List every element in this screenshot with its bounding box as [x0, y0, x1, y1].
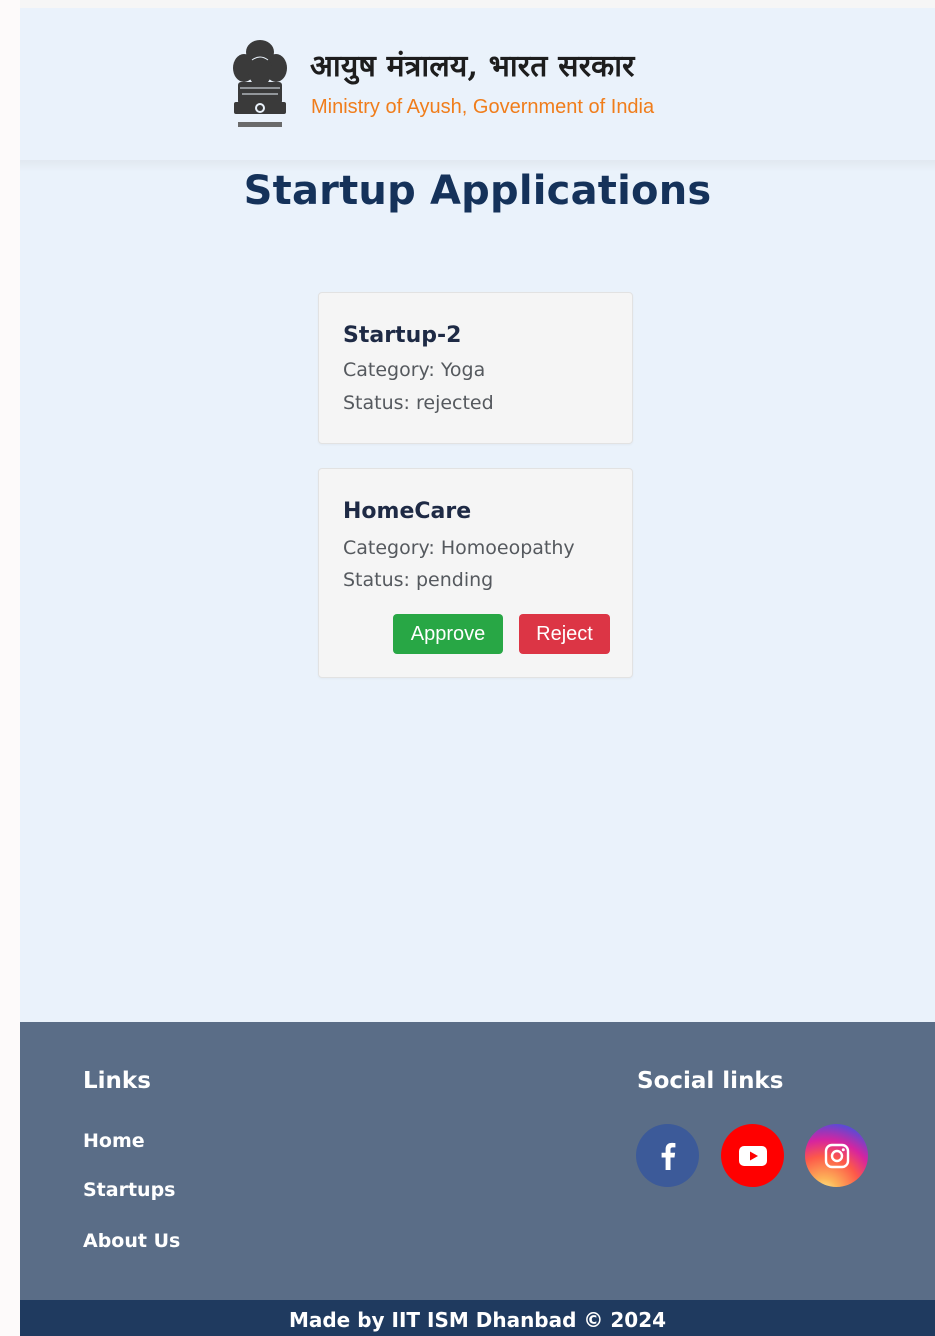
youtube-button[interactable]	[721, 1124, 784, 1187]
site-header: आयुष मंत्रालय, भारत सरकार Ministry of Ay…	[20, 8, 935, 160]
ministry-hindi-title: आयुष मंत्रालय, भारत सरकार	[310, 49, 635, 84]
startup-name: HomeCare	[343, 499, 472, 524]
footer-link-home[interactable]: Home	[83, 1130, 145, 1152]
footer-link-startups[interactable]: Startups	[83, 1179, 175, 1201]
application-card: Startup-2 Category: Yoga Status: rejecte…	[318, 292, 633, 444]
application-card: HomeCare Category: Homoeopathy Status: p…	[318, 468, 633, 678]
youtube-icon	[738, 1145, 767, 1166]
startup-category: Category: Yoga	[343, 359, 486, 381]
startup-status: Status: rejected	[343, 392, 494, 414]
footer-social-heading: Social links	[637, 1068, 784, 1094]
footer-links-heading: Links	[83, 1068, 151, 1094]
ministry-english-title: Ministry of Ayush, Government of India	[311, 96, 655, 118]
reject-button[interactable]: Reject	[519, 614, 610, 654]
facebook-button[interactable]	[636, 1124, 699, 1187]
facebook-icon	[661, 1142, 675, 1170]
copyright-text: Made by IIT ISM Dhanbad © 2024	[288, 1308, 667, 1332]
instagram-icon	[824, 1143, 849, 1168]
page-frame: आयुष मंत्रालय, भारत सरकार Ministry of Ay…	[20, 0, 935, 1336]
startup-name: Startup-2	[343, 323, 462, 348]
copyright-bar: Made by IIT ISM Dhanbad © 2024	[20, 1300, 935, 1336]
site-footer: Links Home Startups About Us Social link…	[20, 1022, 935, 1300]
page-title: Startup Applications	[243, 168, 712, 214]
footer-link-about-us[interactable]: About Us	[83, 1230, 180, 1252]
instagram-button[interactable]	[805, 1124, 868, 1187]
national-emblem-icon	[233, 40, 287, 127]
approve-button[interactable]: Approve	[393, 614, 503, 654]
startup-status: Status: pending	[343, 569, 494, 591]
startup-category: Category: Homoeopathy	[343, 537, 575, 559]
top-strip	[20, 0, 935, 8]
